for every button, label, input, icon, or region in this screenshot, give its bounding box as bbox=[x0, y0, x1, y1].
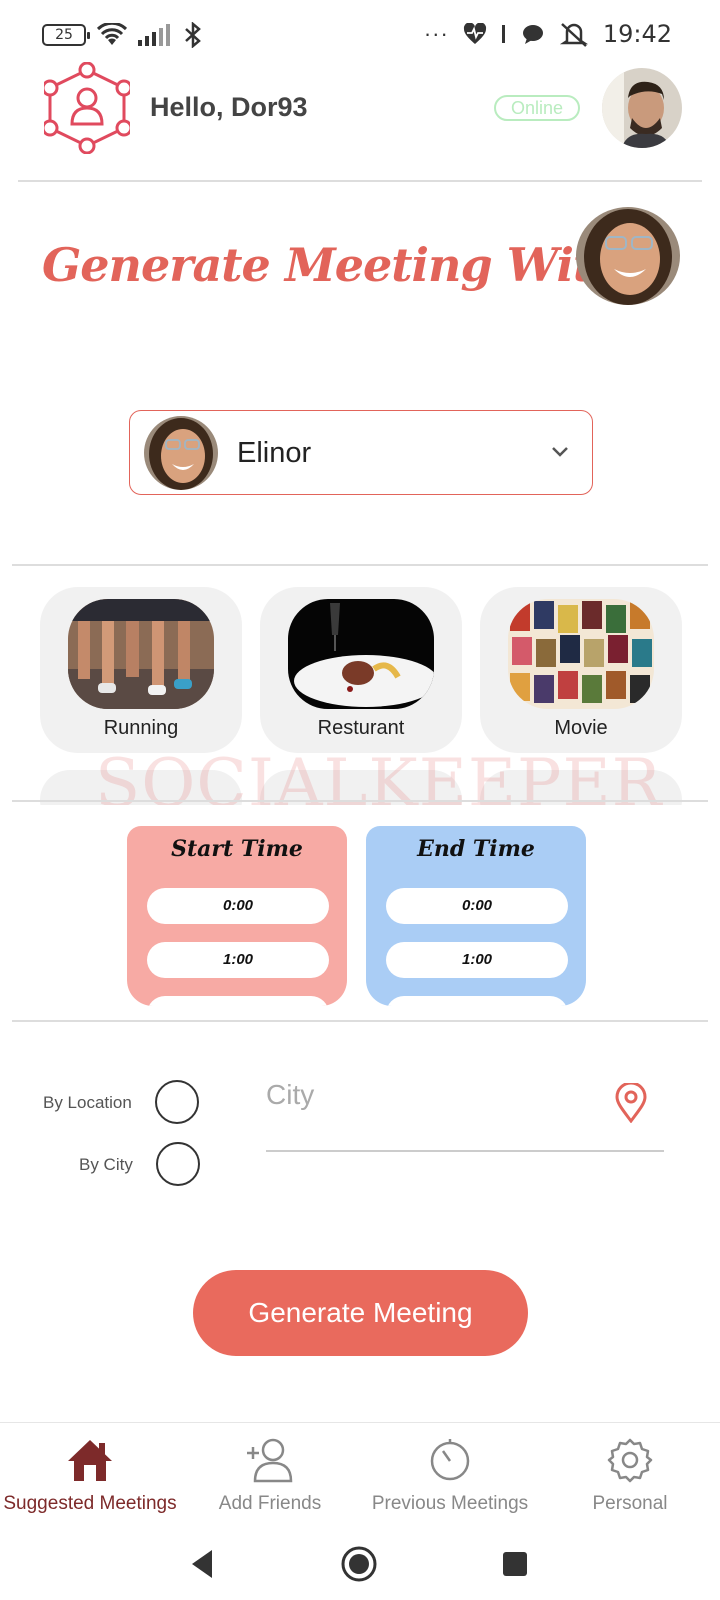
timer-icon bbox=[430, 1439, 470, 1481]
activity-label: Resturant bbox=[317, 717, 405, 739]
city-input[interactable] bbox=[266, 1075, 666, 1115]
end-time-title: End Time bbox=[417, 836, 535, 862]
watermark-text: SOCIALKEEPER bbox=[95, 745, 663, 805]
battery-icon: 25 bbox=[42, 24, 90, 46]
gear-icon bbox=[607, 1438, 653, 1483]
friend-dropdown[interactable]: Elinor bbox=[129, 410, 593, 495]
home-icon bbox=[68, 1440, 112, 1481]
nav-label: Add Friends bbox=[218, 1493, 322, 1514]
activity-card-running[interactable]: Running bbox=[40, 587, 242, 753]
friend-avatar bbox=[144, 416, 218, 490]
bottom-navigation: Suggested Meetings Add Friends Previous … bbox=[0, 1422, 720, 1522]
movie-image bbox=[508, 599, 654, 709]
activity-label: Movie bbox=[554, 717, 608, 739]
by-location-label: By Location bbox=[43, 1093, 132, 1112]
generate-meeting-button[interactable]: Generate Meeting bbox=[193, 1270, 528, 1356]
end-time-option[interactable]: 1:00 bbox=[386, 942, 568, 978]
clock: 19:42 bbox=[602, 20, 672, 48]
section-divider bbox=[12, 800, 708, 802]
end-time-option[interactable]: 0:00 bbox=[386, 888, 568, 924]
recents-icon[interactable] bbox=[493, 1542, 537, 1586]
by-location-radio[interactable] bbox=[155, 1080, 199, 1124]
end-time-picker[interactable]: End Time 0:00 1:00 bbox=[366, 826, 586, 1006]
selected-friend-name: Elinor bbox=[237, 437, 312, 469]
separator-icon bbox=[501, 25, 505, 43]
app-header: Hello, Dor93 Online bbox=[0, 62, 720, 182]
activity-grid: Running Resturant Movie SOCIALKEEPER bbox=[0, 575, 720, 805]
greeting-text: Hello, Dor93 bbox=[150, 92, 308, 122]
restaurant-image bbox=[288, 599, 434, 709]
selected-friend-avatar bbox=[576, 207, 680, 305]
chevron-down-icon bbox=[552, 447, 568, 457]
home-button-icon[interactable] bbox=[337, 1542, 381, 1586]
back-icon[interactable] bbox=[182, 1542, 226, 1586]
location-pin-icon[interactable] bbox=[614, 1083, 648, 1123]
wifi-icon bbox=[96, 23, 128, 45]
online-status-badge: Online bbox=[494, 95, 580, 121]
start-time-option-partial[interactable] bbox=[147, 996, 329, 1006]
more-notifications-icon: ··· bbox=[423, 21, 449, 46]
by-city-label: By City bbox=[79, 1155, 133, 1174]
header-divider bbox=[18, 180, 702, 182]
alarm-off-icon bbox=[559, 23, 588, 47]
nav-label: Suggested Meetings bbox=[3, 1493, 177, 1514]
heart-rate-icon bbox=[463, 23, 486, 44]
nav-label: Personal bbox=[592, 1493, 668, 1514]
activity-label: Running bbox=[103, 717, 179, 739]
start-time-title: Start Time bbox=[171, 836, 303, 862]
start-time-option[interactable]: 0:00 bbox=[147, 888, 329, 924]
bluetooth-icon bbox=[185, 22, 201, 48]
start-time-option[interactable]: 1:00 bbox=[147, 942, 329, 978]
city-input-underline bbox=[266, 1150, 664, 1152]
signal-icon bbox=[138, 24, 170, 46]
nav-suggested-meetings[interactable]: Suggested Meetings bbox=[0, 1423, 180, 1523]
end-time-option-partial[interactable] bbox=[386, 996, 568, 1006]
activity-card-restaurant[interactable]: Resturant bbox=[260, 587, 462, 753]
user-avatar[interactable] bbox=[602, 68, 682, 148]
add-user-icon bbox=[247, 1438, 293, 1483]
nav-personal[interactable]: Personal bbox=[540, 1423, 720, 1523]
app-logo-icon bbox=[44, 62, 130, 154]
activity-card-movie[interactable]: Movie bbox=[480, 587, 682, 753]
system-navigation-bar bbox=[0, 1528, 720, 1600]
running-image bbox=[68, 599, 214, 709]
nav-previous-meetings[interactable]: Previous Meetings bbox=[360, 1423, 540, 1523]
nav-add-friends[interactable]: Add Friends bbox=[180, 1423, 360, 1523]
nav-label: Previous Meetings bbox=[371, 1493, 529, 1514]
page-title: Generate Meeting With bbox=[42, 238, 627, 292]
by-city-radio[interactable] bbox=[156, 1142, 200, 1186]
section-divider bbox=[12, 1020, 708, 1022]
start-time-picker[interactable]: Start Time 0:00 1:00 bbox=[127, 826, 347, 1006]
section-divider bbox=[12, 564, 708, 566]
status-bar: 25 ··· 19:42 bbox=[0, 0, 720, 68]
chat-icon bbox=[522, 25, 543, 44]
